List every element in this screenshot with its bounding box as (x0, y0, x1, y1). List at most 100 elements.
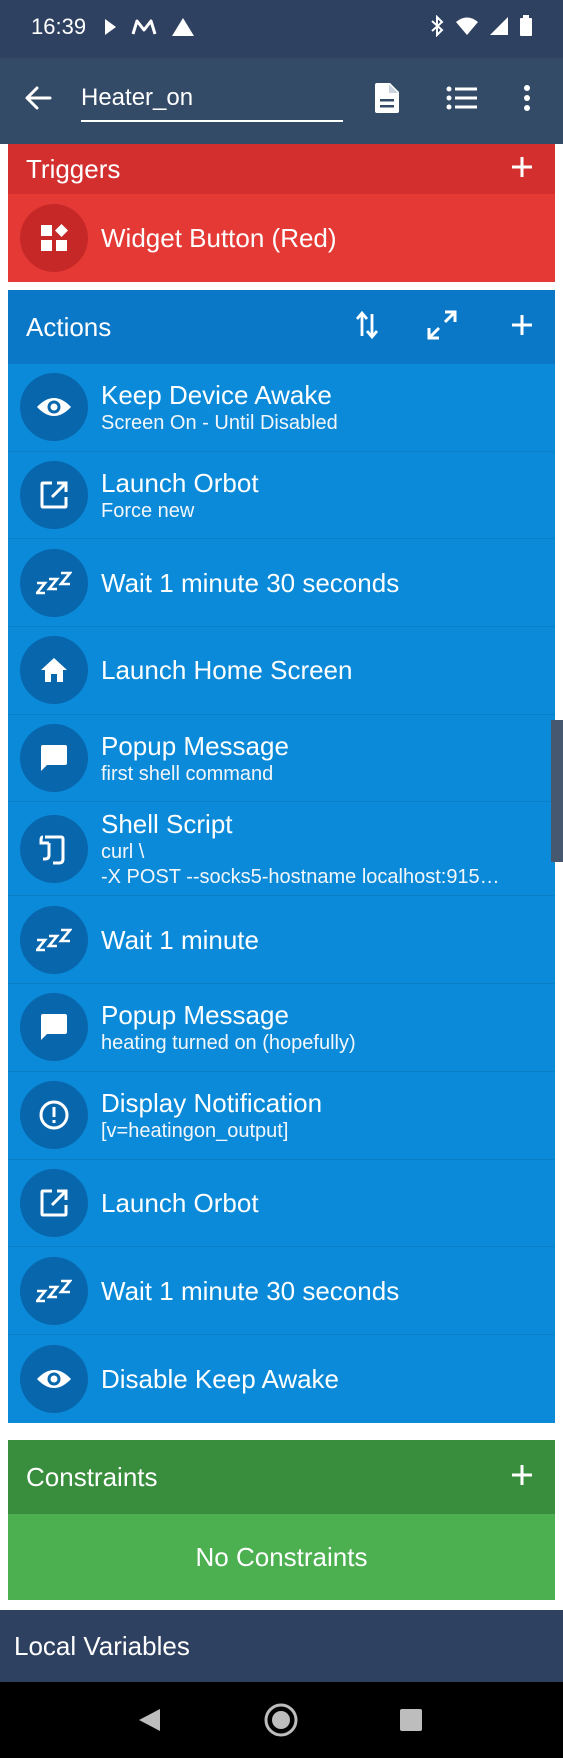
action-row[interactable]: Wait 1 minute 30 seconds (8, 539, 555, 628)
action-row[interactable]: Keep Device Awake Screen On - Until Disa… (8, 364, 555, 452)
action-row[interactable]: Launch Orbot (8, 1160, 555, 1248)
action-title: Popup Message (101, 730, 289, 761)
wifi-icon (455, 16, 479, 41)
list-icon (446, 85, 478, 116)
action-row[interactable]: Wait 1 minute 30 seconds (8, 1247, 555, 1335)
sleep-icon (20, 1256, 88, 1325)
navigation-bar (0, 1682, 563, 1758)
constraints-header: Constraints (8, 1440, 555, 1514)
more-vert-icon (523, 84, 531, 117)
action-row[interactable]: Popup Message heating turned on (hopeful… (8, 984, 555, 1072)
actions-title: Actions (26, 311, 112, 342)
action-title: Popup Message (101, 999, 289, 1030)
gmail-icon (131, 18, 157, 41)
action-title: Wait 1 minute (101, 924, 259, 955)
action-title: Keep Device Awake (101, 379, 332, 410)
action-subtitle: first shell command (101, 762, 274, 785)
action-subtitle: [v=heatingon_output] (101, 1119, 289, 1142)
local-variables-header[interactable]: Local Variables (0, 1610, 563, 1682)
plus-icon (510, 1463, 534, 1492)
action-text: Shell Script curl \ -X POST --socks5-hos… (101, 808, 541, 890)
action-text: Popup Message first shell command (101, 730, 541, 787)
action-title: Disable Keep Awake (101, 1363, 340, 1394)
arrow-back-icon (24, 84, 52, 117)
plus-icon (510, 313, 534, 342)
action-text: Wait 1 minute 30 seconds (101, 567, 541, 599)
action-title: Launch Orbot (101, 467, 259, 498)
battery-icon (519, 15, 533, 42)
action-text: Launch Orbot Force new (101, 467, 541, 524)
action-text: Popup Message heating turned on (hopeful… (101, 999, 541, 1056)
message-icon (20, 724, 88, 793)
trigger-text: Widget Button (Red) (101, 222, 541, 254)
add-constraint-button[interactable] (499, 1454, 545, 1500)
triangle-back-icon (136, 1707, 162, 1738)
app-bar (0, 58, 563, 144)
sleep-icon (20, 548, 88, 617)
action-title: Shell Script (101, 808, 233, 839)
macro-name-input[interactable] (81, 80, 343, 122)
action-title: Wait 1 minute 30 seconds (101, 1275, 400, 1306)
document-icon (374, 82, 400, 119)
action-text: Launch Orbot (101, 1187, 541, 1219)
trigger-title: Widget Button (Red) (101, 223, 337, 253)
square-recents-icon (399, 1708, 423, 1737)
circle-home-icon (263, 1702, 299, 1743)
launch-icon (20, 1168, 88, 1237)
actions-header: Actions (8, 290, 555, 364)
fullscreen-icon (427, 310, 457, 345)
bluetooth-icon (429, 14, 445, 42)
nav-recents-button[interactable] (389, 1700, 433, 1744)
home-icon (20, 636, 88, 705)
triggers-title: Triggers (26, 153, 121, 184)
macro-content[interactable]: Triggers Widget Button (Red) Actions Kee… (0, 144, 563, 1610)
action-row[interactable]: Wait 1 minute (8, 896, 555, 985)
signal-icon (489, 16, 509, 41)
launch-icon (20, 461, 88, 530)
no-constraints-label: No Constraints (195, 1541, 368, 1572)
action-text: Disable Keep Awake (101, 1363, 541, 1395)
alert-icon (20, 1081, 88, 1150)
action-title: Display Notification (101, 1087, 323, 1118)
status-bar: 16:39 (0, 0, 563, 58)
eye-icon (20, 1344, 88, 1413)
action-subtitle: curl \ (101, 840, 145, 863)
action-text: Display Notification [v=heatingon_output… (101, 1087, 541, 1144)
action-subtitle: Force new (101, 499, 195, 522)
action-title: Launch Orbot (101, 1187, 259, 1218)
action-subtitle: Screen On - Until Disabled (101, 411, 338, 434)
action-row[interactable]: Display Notification [v=heatingon_output… (8, 1072, 555, 1160)
triggers-header: Triggers (8, 144, 555, 194)
trigger-row[interactable]: Widget Button (Red) (8, 194, 555, 282)
nav-back-button[interactable] (127, 1700, 171, 1744)
list-view-button[interactable] (440, 78, 484, 122)
drive-icon (171, 17, 195, 42)
add-action-button[interactable] (499, 304, 545, 350)
back-button[interactable] (16, 78, 60, 122)
local-variables-title: Local Variables (14, 1630, 190, 1661)
swap-vert-icon (355, 310, 379, 345)
action-text: Wait 1 minute (101, 924, 541, 956)
reorder-button[interactable] (344, 304, 390, 350)
expand-button[interactable] (419, 304, 465, 350)
more-options-button[interactable] (505, 78, 549, 122)
scrollbar-thumb[interactable] (551, 720, 563, 862)
action-row[interactable]: Disable Keep Awake (8, 1335, 555, 1423)
action-row[interactable]: Shell Script curl \ -X POST --socks5-hos… (8, 802, 555, 897)
shell-icon (20, 814, 88, 883)
action-row[interactable]: Popup Message first shell command (8, 715, 555, 803)
status-right-icons (429, 14, 533, 42)
action-text: Wait 1 minute 30 seconds (101, 1275, 541, 1307)
action-row[interactable]: Launch Orbot Force new (8, 452, 555, 540)
action-text: Keep Device Awake Screen On - Until Disa… (101, 379, 541, 436)
constraints-title: Constraints (26, 1461, 158, 1492)
nav-home-button[interactable] (259, 1700, 303, 1744)
constraints-card: Constraints No Constraints (8, 1440, 555, 1600)
action-subtitle-line2: -X POST --socks5-hostname localhost:915… (101, 865, 500, 888)
sleep-icon (20, 905, 88, 974)
description-button[interactable] (365, 78, 409, 122)
eye-icon (20, 373, 88, 442)
action-text: Launch Home Screen (101, 654, 541, 686)
action-row[interactable]: Launch Home Screen (8, 627, 555, 715)
add-trigger-button[interactable] (499, 146, 545, 192)
